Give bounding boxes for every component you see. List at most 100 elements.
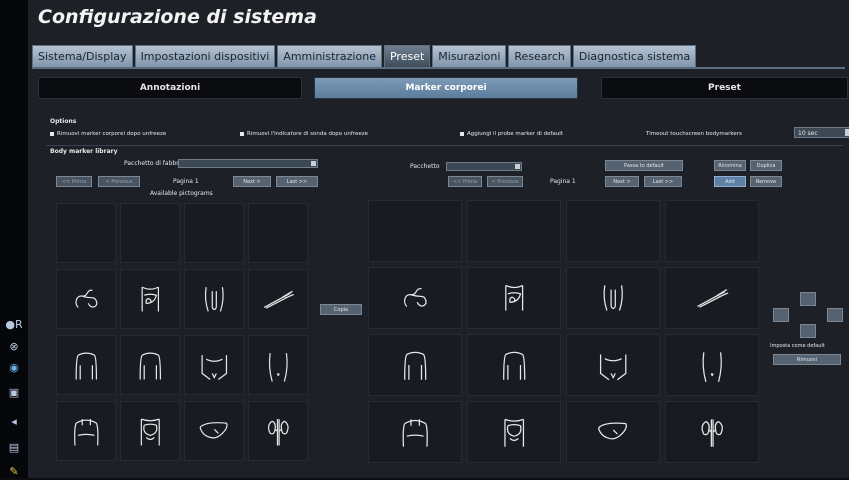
option-remove-probe-indicator[interactable]: Rimuovi l'indicatore di sonda dopo unfre…: [240, 131, 368, 137]
pelvis-front-icon: [201, 354, 227, 380]
chest-front-icon: [402, 419, 428, 447]
left-prev-button[interactable]: < Previous: [98, 176, 140, 187]
left-empty-slot[interactable]: [248, 203, 308, 263]
left-next-button[interactable]: Next >: [233, 176, 271, 187]
right-empty-slot[interactable]: [566, 200, 660, 262]
available-pictograms-label: Available pictograms: [150, 190, 213, 197]
right-pictogram[interactable]: [467, 334, 561, 396]
factory-package-select[interactable]: [178, 159, 318, 168]
available-pictograms-grid: [56, 203, 312, 461]
tab-sistema-display[interactable]: Sistema/Display: [32, 45, 133, 68]
right-empty-slot[interactable]: [467, 200, 561, 262]
right-pictogram[interactable]: [665, 267, 759, 329]
right-prev-button[interactable]: < Previous: [487, 176, 523, 187]
left-empty-slot[interactable]: [120, 203, 180, 263]
window-title: Configurazione di sistema: [38, 6, 317, 28]
hips-icon: [268, 352, 288, 382]
left-empty-slot[interactable]: [56, 203, 116, 263]
tab-misurazioni[interactable]: Misurazioni: [432, 45, 507, 68]
nav-right-button[interactable]: [827, 308, 843, 322]
set-default-label[interactable]: Imposta come default: [770, 343, 825, 349]
left-pictogram[interactable]: [56, 335, 116, 395]
left-pictogram[interactable]: [248, 269, 308, 329]
right-pictogram[interactable]: [467, 267, 561, 329]
left-page-label: Pagina 1: [173, 178, 199, 185]
sound-icon[interactable]: ◂: [4, 412, 24, 430]
image-icon[interactable]: ▤: [4, 438, 24, 456]
subtab-marker-corporei[interactable]: Marker corporei: [314, 77, 578, 99]
tab-preset[interactable]: Preset: [383, 45, 431, 68]
right-first-button[interactable]: << Prima: [448, 176, 482, 187]
liver-icon: [199, 421, 228, 439]
option-add-default-probe[interactable]: Aggiungi il probe marker di default: [460, 131, 563, 137]
torso-icon: [75, 352, 97, 380]
left-last-button[interactable]: Last >>: [276, 176, 318, 187]
right-pictogram[interactable]: [467, 401, 561, 463]
close-icon[interactable]: ⊗: [4, 337, 24, 355]
globe-icon[interactable]: ◉: [4, 358, 24, 376]
right-pictogram[interactable]: [368, 267, 462, 329]
remove-button[interactable]: Remove: [750, 176, 782, 187]
checkbox-icon[interactable]: [240, 131, 244, 136]
right-pictogram[interactable]: [566, 401, 660, 463]
timeout-value: 10 sec: [798, 130, 818, 137]
duplicate-button[interactable]: Duplica: [750, 160, 782, 171]
right-last-button[interactable]: Last >>: [644, 176, 682, 187]
pelvis-icon: [204, 286, 224, 312]
add-button[interactable]: Add: [714, 176, 746, 187]
checkbox-icon[interactable]: [50, 131, 54, 136]
right-pictogram[interactable]: [368, 401, 462, 463]
rename-button[interactable]: Rinomina: [714, 160, 746, 171]
checkbox-icon[interactable]: [460, 131, 464, 136]
right-page-label: Pagina 1: [550, 178, 576, 185]
copy-button[interactable]: Copia: [320, 304, 362, 315]
option-label: Aggiungi il probe marker di default: [467, 131, 563, 137]
side-remove-button[interactable]: Rimuovi: [773, 354, 841, 365]
option-remove-markers[interactable]: Rimuovi marker corporei dopo unfreeze: [50, 131, 166, 137]
nav-left-button[interactable]: [773, 308, 789, 322]
set-default-button[interactable]: Passa to default: [605, 160, 683, 171]
left-pictogram[interactable]: [120, 401, 180, 461]
right-pictogram[interactable]: [665, 401, 759, 463]
pen-icon[interactable]: ✎: [4, 462, 24, 480]
subtab-preset[interactable]: Preset: [601, 77, 848, 99]
left-pictogram[interactable]: [248, 335, 308, 395]
chevron-down-icon: [845, 129, 849, 136]
kidneys-icon: [701, 419, 723, 447]
right-empty-slot[interactable]: [368, 200, 462, 262]
chest-front-icon: [73, 418, 99, 446]
left-pictogram[interactable]: [120, 269, 180, 329]
left-pictogram[interactable]: [184, 269, 244, 329]
right-empty-slot[interactable]: [665, 200, 759, 262]
left-pictogram[interactable]: [184, 335, 244, 395]
left-pictogram[interactable]: [248, 401, 308, 461]
tab-impostazioni-dispositivi[interactable]: Impostazioni dispositivi: [134, 45, 276, 68]
left-toolbar: ●R ⊗ ◉ ▣ ◂ ▤ ✎: [0, 0, 28, 478]
pelvis-icon: [603, 285, 623, 311]
left-pictogram[interactable]: [120, 335, 180, 395]
user-icon[interactable]: ●R: [4, 315, 24, 333]
options-panel: Options Rimuovi marker corporei dopo unf…: [46, 114, 849, 146]
left-pictogram[interactable]: [184, 401, 244, 461]
nav-up-button[interactable]: [800, 292, 816, 306]
nav-down-button[interactable]: [800, 324, 816, 338]
timeout-select[interactable]: 10 sec: [794, 127, 849, 138]
right-pictogram[interactable]: [566, 334, 660, 396]
option-label: Rimuovi marker corporei dopo unfreeze: [57, 131, 167, 137]
left-pictogram[interactable]: [56, 269, 116, 329]
print-icon[interactable]: ▣: [4, 383, 24, 401]
subtab-annotazioni[interactable]: Annotazioni: [38, 77, 302, 99]
right-pictogram[interactable]: [665, 334, 759, 396]
package-pictograms-grid: [368, 200, 766, 464]
left-empty-slot[interactable]: [184, 203, 244, 263]
chevron-down-icon: [515, 164, 520, 169]
left-first-button[interactable]: << Prima: [56, 176, 92, 187]
tab-research[interactable]: Research: [508, 45, 571, 68]
right-next-button[interactable]: Next >: [605, 176, 639, 187]
right-pictogram[interactable]: [566, 267, 660, 329]
package-select[interactable]: [446, 162, 522, 171]
tab-amministrazione[interactable]: Amministrazione: [277, 45, 382, 68]
right-pictogram[interactable]: [368, 334, 462, 396]
tab-diagnostica-sistema[interactable]: Diagnostica sistema: [572, 45, 697, 68]
left-pictogram[interactable]: [56, 401, 116, 461]
